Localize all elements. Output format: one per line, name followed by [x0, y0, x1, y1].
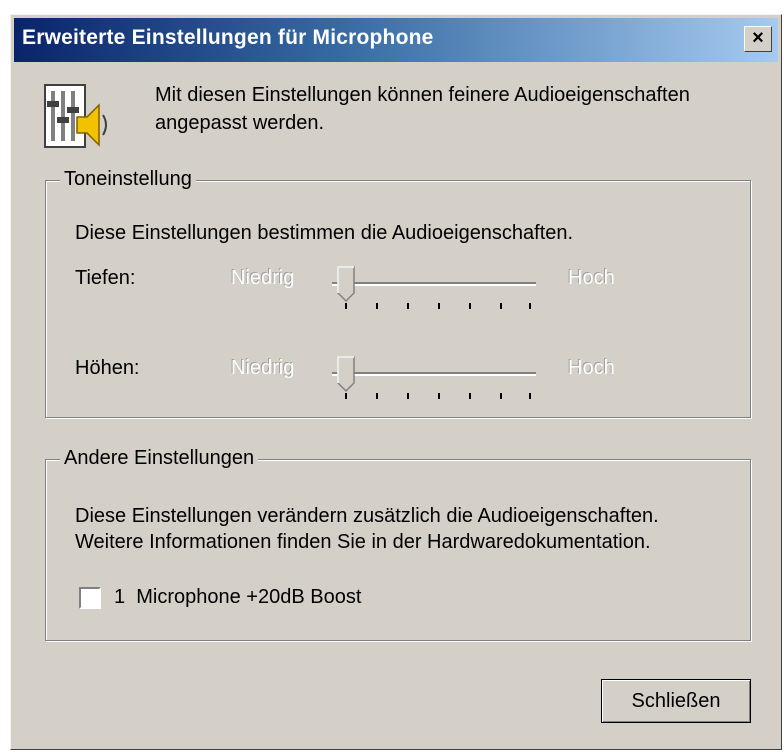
- audio-settings-icon: [43, 83, 113, 153]
- bass-low-label: Niedrig: [231, 267, 295, 289]
- bass-slider[interactable]: [326, 259, 542, 309]
- treble-label: Höhen:: [75, 357, 140, 379]
- treble-low-label: Niedrig: [231, 357, 295, 379]
- title-bar[interactable]: Erweiterte Einstellungen für Microphone …: [14, 18, 778, 62]
- other-group: Andere Einstellungen Diese Einstellungen…: [45, 446, 751, 641]
- other-group-title: Andere Einstellungen: [60, 446, 259, 470]
- treble-slider[interactable]: [326, 349, 542, 399]
- other-description-line2: Weitere Informationen finden Sie in der …: [75, 531, 651, 553]
- boost-label[interactable]: 1 Microphone +20dB Boost: [114, 585, 361, 609]
- tone-description: Diese Einstellungen bestimmen die Audioe…: [75, 222, 574, 244]
- tone-group: Toneinstellung Diese Einstellungen besti…: [45, 167, 751, 418]
- close-button[interactable]: Schließen: [601, 679, 751, 723]
- bass-label: Tiefen:: [75, 267, 136, 289]
- intro-text: Mit diesen Einstellungen können feinere …: [155, 84, 690, 134]
- window-title: Erweiterte Einstellungen für Microphone: [22, 26, 434, 49]
- dialog-window: Erweiterte Einstellungen für Microphone …: [10, 14, 782, 750]
- boost-checkbox[interactable]: [79, 587, 101, 609]
- close-window-button[interactable]: ×: [744, 26, 772, 52]
- treble-high-label: Hoch: [568, 357, 615, 379]
- tone-group-title: Toneinstellung: [60, 167, 196, 191]
- other-description-line1: Diese Einstellungen verändern zusätzlich…: [75, 505, 659, 527]
- bass-high-label: Hoch: [568, 267, 615, 289]
